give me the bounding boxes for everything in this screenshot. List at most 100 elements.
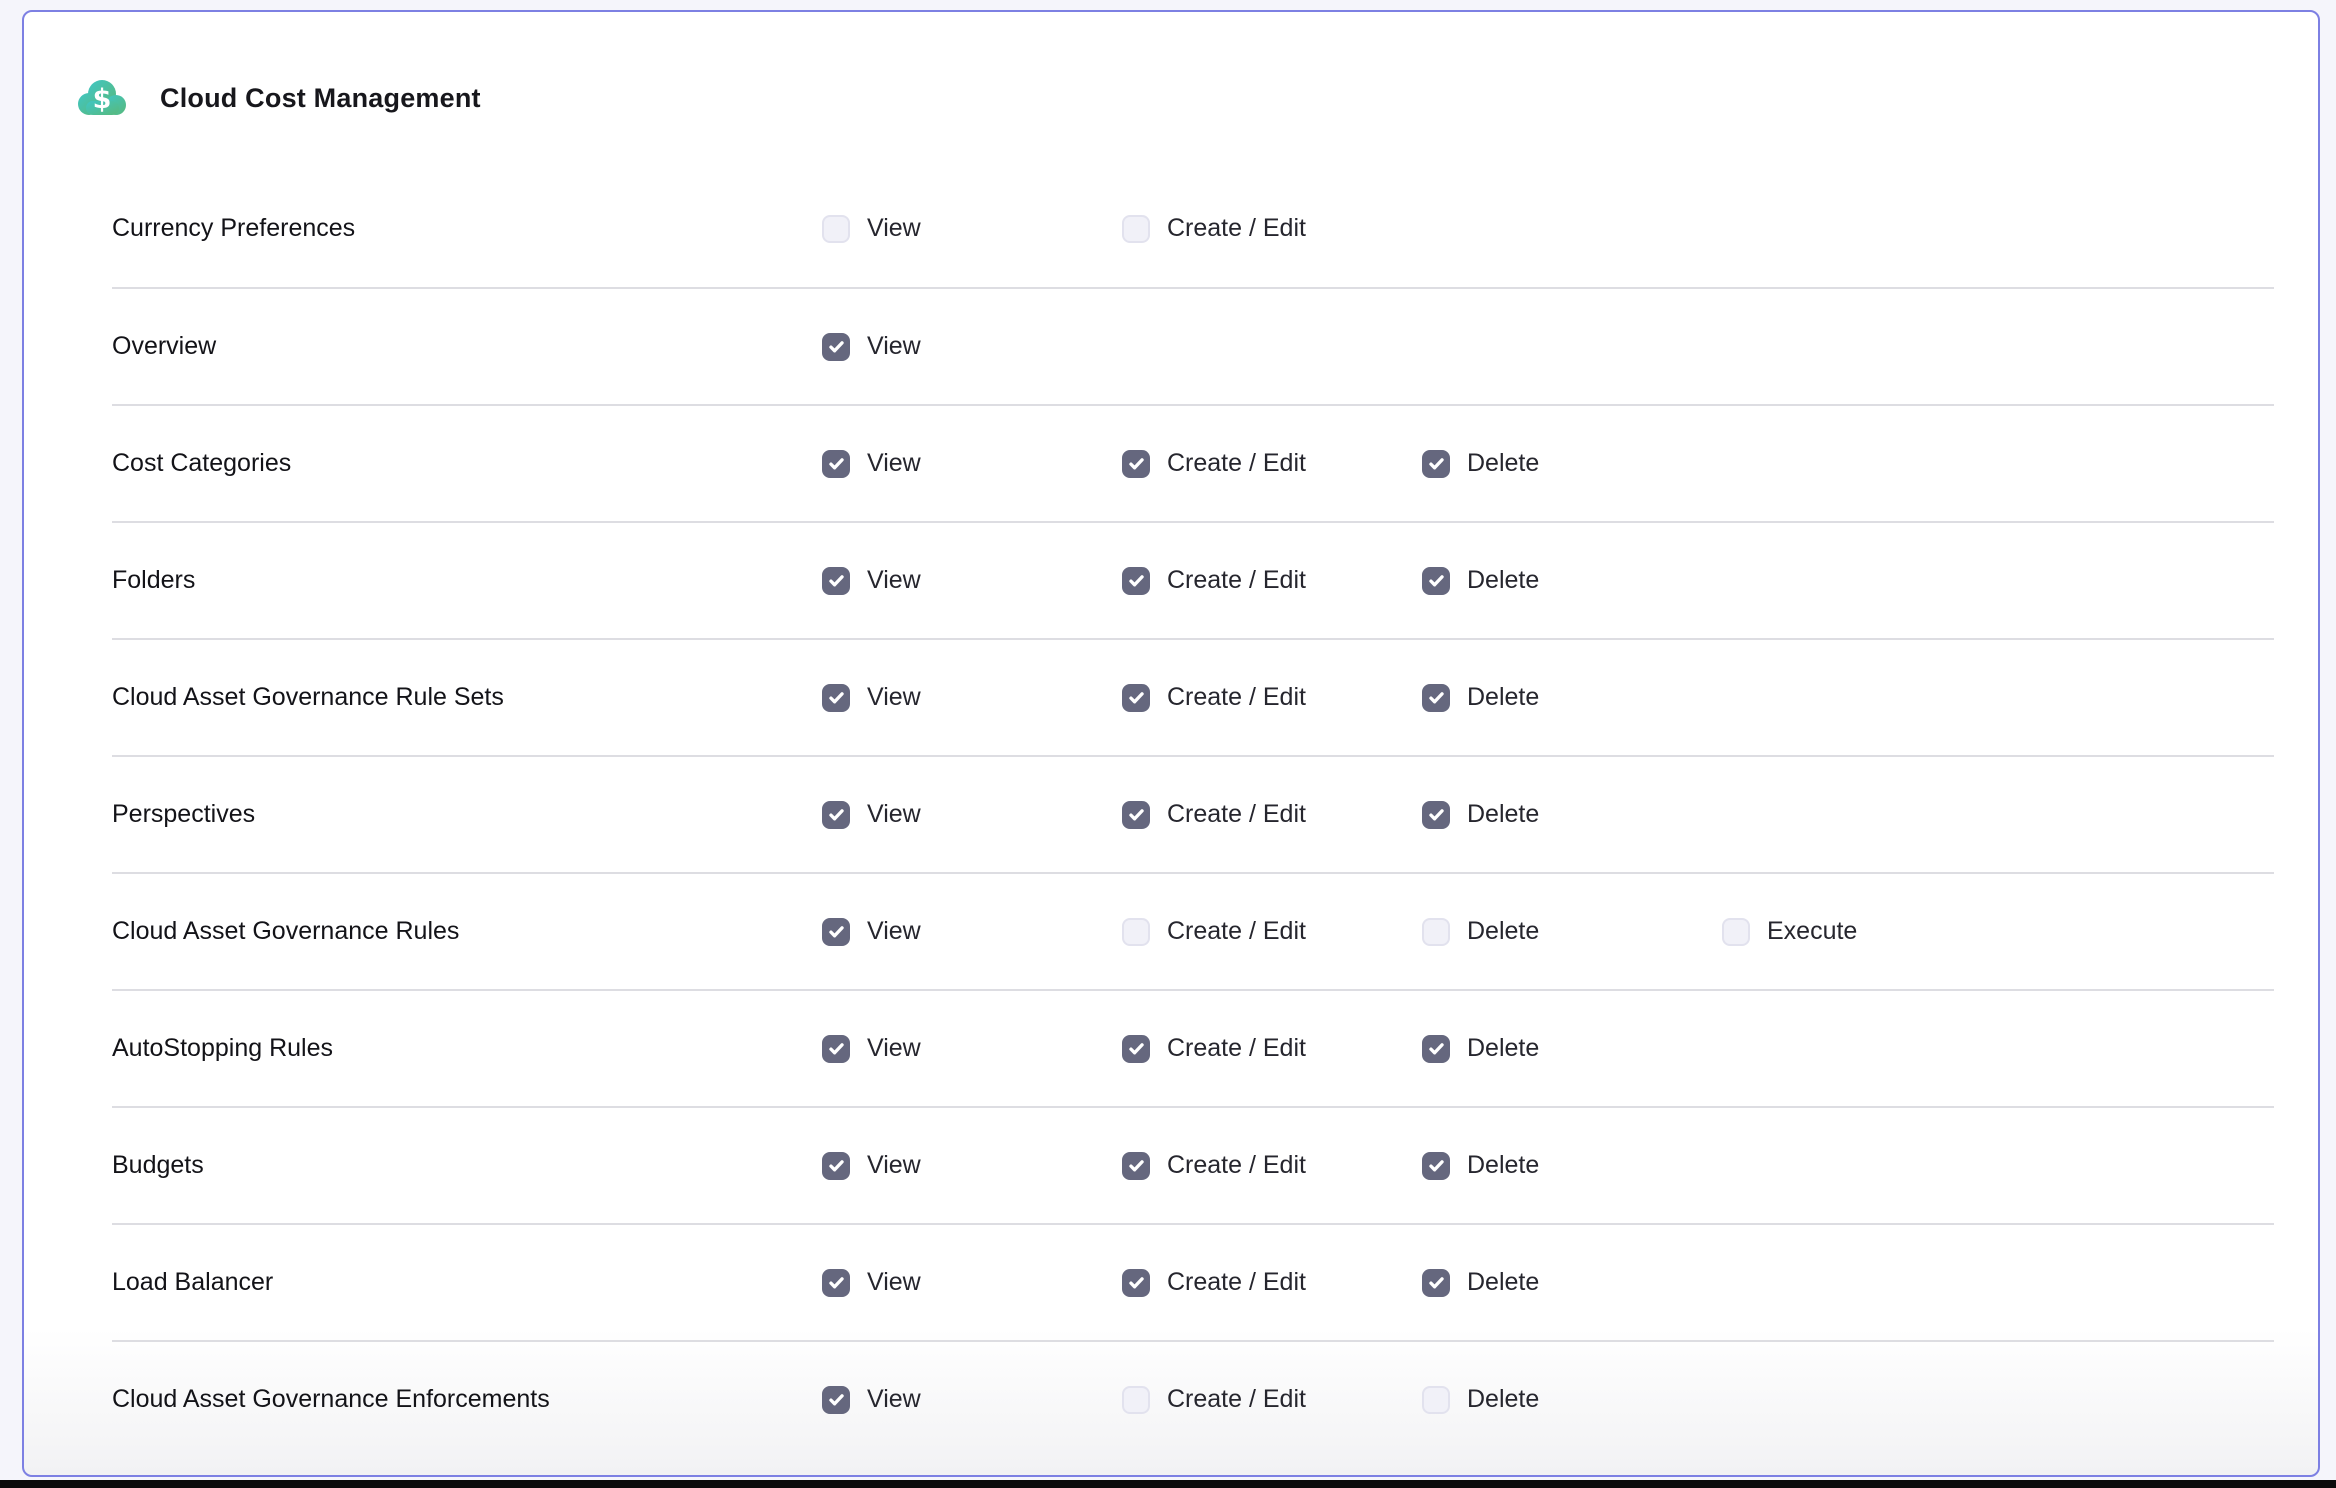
permission-view: View <box>822 1385 1122 1414</box>
delete-checkbox-checked[interactable] <box>1422 801 1450 829</box>
resource-name: Cloud Asset Governance Rules <box>112 917 822 946</box>
permission-view: View <box>822 1268 1122 1297</box>
view-checkbox-checked[interactable] <box>822 684 850 712</box>
permission-label[interactable]: Delete <box>1467 683 1539 712</box>
view-checkbox-unchecked[interactable] <box>822 215 850 243</box>
view-checkbox-checked[interactable] <box>822 1152 850 1180</box>
permission-label[interactable]: Delete <box>1467 449 1539 478</box>
permission-label[interactable]: Create / Edit <box>1167 1268 1306 1297</box>
permission-label[interactable]: View <box>867 566 921 595</box>
permission-label[interactable]: Create / Edit <box>1167 800 1306 829</box>
permission-label[interactable]: View <box>867 917 921 946</box>
permission-create-edit: Create / Edit <box>1122 566 1422 595</box>
permission-label[interactable]: Create / Edit <box>1167 1385 1306 1414</box>
permission-label[interactable]: View <box>867 1151 921 1180</box>
permission-row: Perspectives View Create / Edit Delete <box>112 755 2274 872</box>
permission-label[interactable]: Delete <box>1467 1151 1539 1180</box>
create-edit-checkbox-checked[interactable] <box>1122 684 1150 712</box>
permission-label[interactable]: Create / Edit <box>1167 683 1306 712</box>
permission-label[interactable]: View <box>867 214 921 243</box>
view-checkbox-checked[interactable] <box>822 801 850 829</box>
permission-row: Load Balancer View Create / Edit Delete <box>112 1223 2274 1340</box>
view-checkbox-checked[interactable] <box>822 1035 850 1063</box>
permission-label[interactable]: Create / Edit <box>1167 566 1306 595</box>
permission-row: Cost CategoriesViewCreate / EditDelete <box>112 404 2274 521</box>
permission-label[interactable]: View <box>867 1034 921 1063</box>
view-checkbox-checked[interactable] <box>822 567 850 595</box>
delete-checkbox-checked[interactable] <box>1422 1035 1450 1063</box>
create-edit-checkbox-unchecked[interactable] <box>1122 918 1150 946</box>
permission-view: View <box>822 566 1122 595</box>
permission-label[interactable]: View <box>867 332 921 361</box>
delete-checkbox-checked[interactable] <box>1422 1269 1450 1297</box>
delete-checkbox-unchecked[interactable] <box>1422 1386 1450 1414</box>
permission-label[interactable]: View <box>867 1385 921 1414</box>
permission-label[interactable]: Delete <box>1467 1268 1539 1297</box>
permission-row: Cloud Asset Governance Enforcements View C… <box>112 1340 2274 1457</box>
create-edit-checkbox-checked[interactable] <box>1122 1035 1150 1063</box>
permission-view: View <box>822 214 1122 243</box>
permission-label[interactable]: View <box>867 449 921 478</box>
permission-label[interactable]: Create / Edit <box>1167 1034 1306 1063</box>
permission-delete: Delete <box>1422 449 1722 478</box>
permission-create-edit: Create / Edit <box>1122 683 1422 712</box>
delete-checkbox-checked[interactable] <box>1422 1152 1450 1180</box>
permission-delete: Delete <box>1422 1268 1722 1297</box>
permission-create-edit: Create / Edit <box>1122 1034 1422 1063</box>
resource-name: Cloud Asset Governance Enforcements <box>112 1385 822 1414</box>
permission-label[interactable]: Create / Edit <box>1167 1151 1306 1180</box>
permission-label[interactable]: Create / Edit <box>1167 917 1306 946</box>
permission-label[interactable]: View <box>867 1268 921 1297</box>
resource-name: Overview <box>112 332 822 361</box>
permission-label[interactable]: Delete <box>1467 1034 1539 1063</box>
permission-label[interactable]: Delete <box>1467 917 1539 946</box>
permission-label[interactable]: Delete <box>1467 800 1539 829</box>
resource-name: Budgets <box>112 1151 822 1180</box>
permission-view: View <box>822 1034 1122 1063</box>
permission-label[interactable]: Create / Edit <box>1167 214 1306 243</box>
permission-row: AutoStopping Rules View Create / Edit Delet… <box>112 989 2274 1106</box>
resource-name: AutoStopping Rules <box>112 1034 822 1063</box>
cloud-dollar-icon: $ <box>76 77 128 119</box>
permission-delete: Delete <box>1422 566 1722 595</box>
permission-label[interactable]: Delete <box>1467 566 1539 595</box>
view-checkbox-checked[interactable] <box>822 918 850 946</box>
delete-checkbox-checked[interactable] <box>1422 567 1450 595</box>
resource-name: Perspectives <box>112 800 822 829</box>
view-checkbox-checked[interactable] <box>822 333 850 361</box>
permission-delete: Delete <box>1422 1385 1722 1414</box>
create-edit-checkbox-checked[interactable] <box>1122 450 1150 478</box>
resource-name: Folders <box>112 566 822 595</box>
permission-create-edit: Create / Edit <box>1122 1385 1422 1414</box>
view-checkbox-checked[interactable] <box>822 450 850 478</box>
create-edit-checkbox-unchecked[interactable] <box>1122 215 1150 243</box>
permission-delete: Delete <box>1422 1034 1722 1063</box>
permission-label[interactable]: Execute <box>1767 917 1857 946</box>
permission-row: Currency PreferencesViewCreate / Edit <box>112 170 2274 287</box>
view-checkbox-checked[interactable] <box>822 1386 850 1414</box>
create-edit-checkbox-unchecked[interactable] <box>1122 1386 1150 1414</box>
permission-label[interactable]: Create / Edit <box>1167 449 1306 478</box>
permission-label[interactable]: View <box>867 683 921 712</box>
permission-row: Folders View Create / Edit Delete <box>112 521 2274 638</box>
permission-label[interactable]: Delete <box>1467 1385 1539 1414</box>
permission-row: Cloud Asset Governance Rule SetsViewCrea… <box>112 638 2274 755</box>
delete-checkbox-unchecked[interactable] <box>1422 918 1450 946</box>
delete-checkbox-checked[interactable] <box>1422 450 1450 478</box>
create-edit-checkbox-checked[interactable] <box>1122 1152 1150 1180</box>
create-edit-checkbox-checked[interactable] <box>1122 1269 1150 1297</box>
create-edit-checkbox-checked[interactable] <box>1122 801 1150 829</box>
resource-name: Load Balancer <box>112 1268 822 1297</box>
permission-delete: Delete <box>1422 917 1722 946</box>
permission-create-edit: Create / Edit <box>1122 449 1422 478</box>
permission-create-edit: Create / Edit <box>1122 1151 1422 1180</box>
delete-checkbox-checked[interactable] <box>1422 684 1450 712</box>
permission-delete: Delete <box>1422 1151 1722 1180</box>
svg-text:$: $ <box>93 84 112 115</box>
permission-view: View <box>822 449 1122 478</box>
view-checkbox-checked[interactable] <box>822 1269 850 1297</box>
create-edit-checkbox-checked[interactable] <box>1122 567 1150 595</box>
execute-checkbox-unchecked[interactable] <box>1722 918 1750 946</box>
permission-delete: Delete <box>1422 683 1722 712</box>
permission-label[interactable]: View <box>867 800 921 829</box>
